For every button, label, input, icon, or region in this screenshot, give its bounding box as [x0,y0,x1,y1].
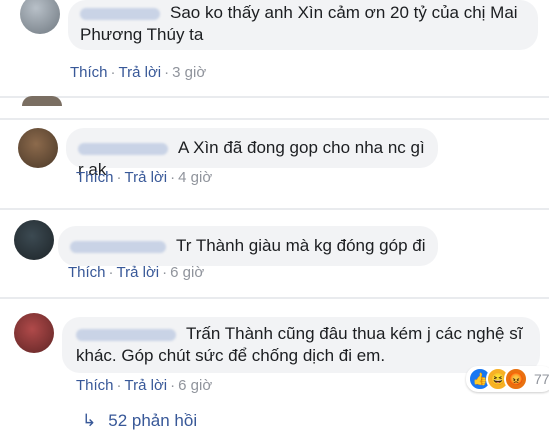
reaction-summary[interactable]: 👍 😆 😡 77 [466,366,549,392]
avatar-partial [22,96,62,106]
commenter-name-blurred[interactable] [80,7,160,20]
comment-bubble: Sao ko thấy anh Xìn cảm ơn 20 tỷ của chị… [68,0,538,50]
comment-bubble: A Xìn đã đong gop cho nha nc gì r ak [66,128,438,179]
commenter-name-blurred[interactable] [76,328,176,341]
timestamp[interactable]: 6 giờ [170,264,204,281]
reaction-count: 77 [534,371,549,387]
comment-2: A Xìn đã đong gop cho nha nc gì r ak Thí… [0,118,549,208]
reply-link[interactable]: Trả lời [119,64,162,81]
like-link[interactable]: Thích [76,377,114,394]
reply-arrow-icon: ↳ [82,411,97,430]
timestamp[interactable]: 6 giờ [178,377,212,394]
comment-4: Trấn Thành cũng đâu thua kém j các nghệ … [0,297,549,439]
comment-bubble: Trấn Thành cũng đâu thua kém j các nghệ … [62,317,540,373]
angry-icon: 😡 [504,367,528,391]
comment-bubble: Tr Thành giàu mà kg đóng góp đi [58,226,438,266]
like-link[interactable]: Thích [76,169,114,186]
avatar[interactable] [20,0,60,34]
comment-actions: Thích · Trả lời · 6 giờ [76,377,213,394]
divider [0,96,549,98]
view-replies-link[interactable]: ↳ 52 phản hồi [82,411,197,431]
comment-3: Tr Thành giàu mà kg đóng góp đi Thích · Tr… [0,208,549,298]
avatar[interactable] [14,313,54,353]
reply-link[interactable]: Trả lời [117,264,160,281]
comment-actions: Thích · Trả lời · 3 giờ [70,64,207,81]
comment-actions: Thích · Trả lời · 6 giờ [68,264,205,281]
comment-1: Sao ko thấy anh Xìn cảm ơn 20 tỷ của chị… [0,0,549,92]
comment-text: Tr Thành giàu mà kg đóng góp đi [176,236,426,255]
commenter-name-blurred[interactable] [70,240,166,253]
avatar[interactable] [18,128,58,168]
replies-count: 52 phản hồi [108,411,198,430]
comment-actions: Thích · Trả lời · 4 giờ [76,169,213,186]
reply-link[interactable]: Trả lời [125,377,168,394]
like-link[interactable]: Thích [70,64,108,81]
commenter-name-blurred[interactable] [78,142,168,155]
reply-link[interactable]: Trả lời [125,169,168,186]
like-link[interactable]: Thích [68,264,106,281]
timestamp[interactable]: 3 giờ [172,64,206,81]
timestamp[interactable]: 4 giờ [178,169,212,186]
avatar[interactable] [14,220,54,260]
